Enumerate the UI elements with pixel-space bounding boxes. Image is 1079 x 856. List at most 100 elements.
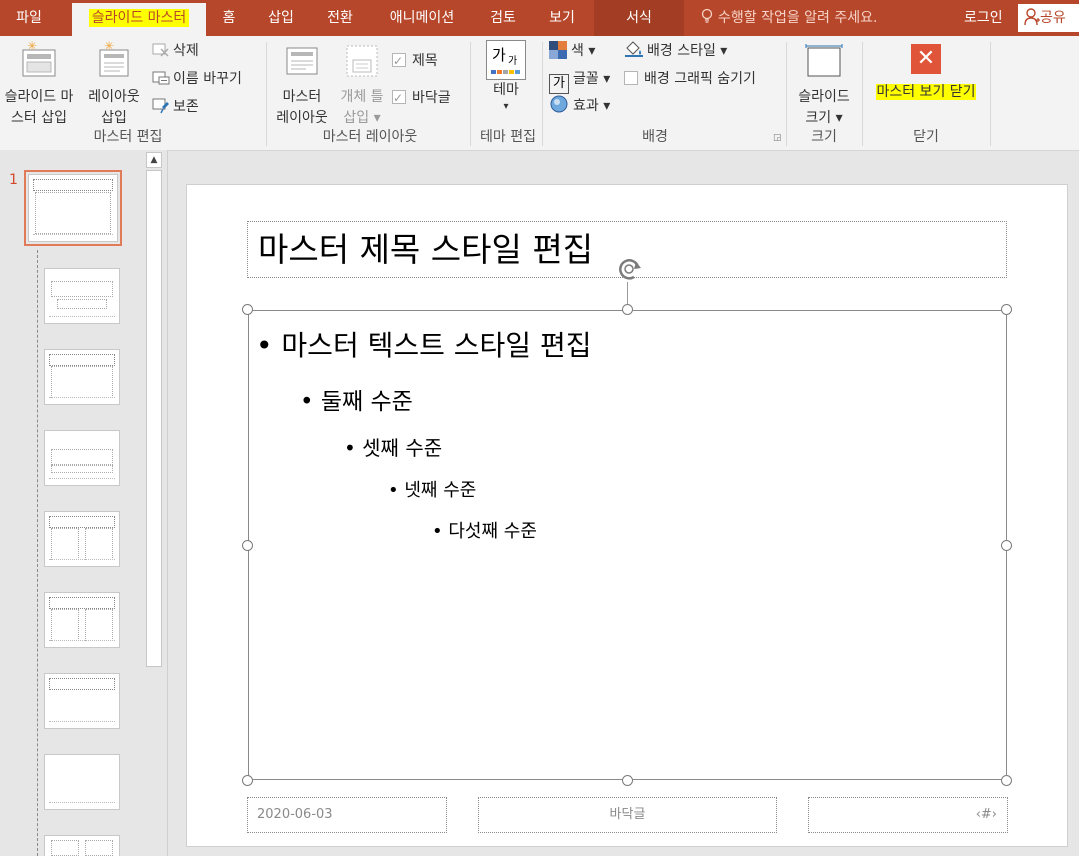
slide-size-label: 크기 ▾	[805, 110, 843, 126]
effects-button[interactable]: 효과 ▾	[549, 94, 610, 116]
rotate-handle-line	[627, 282, 628, 306]
thumbnail-layout-content[interactable]	[44, 349, 120, 405]
thumbnail-pane[interactable]	[0, 150, 168, 856]
ribbon-tab-bar: 파일 슬라이드 마스터 홈 삽입 전환 애니메이션 검토 보기 서식 수행할 작…	[0, 0, 1079, 36]
placeholder-icon	[346, 45, 378, 77]
body-level-1[interactable]: • 마스터 텍스트 스타일 편집	[256, 324, 591, 364]
tell-me-search[interactable]: 수행할 작업을 알려 주세요.	[700, 0, 877, 36]
ribbon-separator	[990, 42, 991, 146]
footer-checkbox[interactable]: 바닥글	[392, 87, 451, 109]
ribbon-separator	[542, 42, 543, 146]
slide-size-icon	[805, 44, 843, 77]
tab-view[interactable]: 보기	[538, 0, 586, 36]
close-master-view-button[interactable]: ✕ 마스터 보기 닫기	[866, 40, 986, 103]
master-layout-button[interactable]: 마스터 레이아웃	[270, 40, 334, 129]
ribbon-separator	[470, 42, 471, 146]
fonts-icon: 가	[549, 74, 569, 94]
tab-format[interactable]: 서식	[594, 0, 684, 36]
delete-button[interactable]: 삭제	[152, 40, 199, 62]
tab-transitions[interactable]: 전환	[316, 0, 364, 36]
hide-background-graphics-checkbox[interactable]: 배경 그래픽 숨기기	[624, 68, 756, 90]
insert-placeholder-label: 삽입 ▾	[343, 110, 381, 126]
tab-slide-master[interactable]: 슬라이드 마스터	[72, 3, 206, 36]
slide-number-placeholder[interactable]: ‹#›	[808, 797, 1008, 833]
resize-handle-top-left[interactable]	[242, 304, 253, 315]
body-level-5[interactable]: • 다섯째 수준	[432, 517, 537, 543]
footer-check-icon	[392, 87, 406, 109]
title-checkbox[interactable]: 제목	[392, 50, 438, 72]
colors-button[interactable]: 색 ▾	[549, 40, 595, 62]
lightbulb-icon	[701, 8, 713, 23]
rename-icon	[152, 71, 170, 85]
resize-handle-bottom[interactable]	[622, 775, 633, 786]
resize-handle-left[interactable]	[242, 540, 253, 551]
title-check-icon	[392, 50, 406, 72]
group-label-master-edit: 마스터 편집	[93, 129, 163, 145]
footer-date-placeholder[interactable]: 2020-06-03	[247, 797, 447, 833]
insert-layout-icon: ✳	[99, 39, 129, 77]
insert-layout-button[interactable]: ✳ 레이아웃 삽입	[80, 39, 148, 129]
insert-master-icon: ✳	[22, 39, 56, 77]
fonts-button[interactable]: 가 글꼴 ▾	[549, 68, 610, 94]
colors-icon	[549, 41, 567, 59]
thumbnail-layout-blank[interactable]	[44, 754, 120, 810]
rename-button[interactable]: 이름 바꾸기	[152, 68, 242, 90]
slide-size-button[interactable]: 슬라이드 크기 ▾	[790, 40, 858, 129]
paint-bucket-icon	[625, 41, 643, 57]
layout-connector-line	[37, 250, 38, 856]
body-placeholder[interactable]	[248, 310, 1007, 780]
resize-handle-right[interactable]	[1001, 540, 1012, 551]
close-icon: ✕	[911, 44, 941, 74]
effects-icon	[550, 95, 568, 113]
ribbon: ✳ 슬라이드 마 스터 삽입 ✳ 레이아웃 삽입 삭제 이름 바꾸기 보존 마스…	[0, 36, 1079, 151]
tab-slide-master-label: 슬라이드 마스터	[88, 9, 190, 27]
master-layout-icon	[286, 47, 318, 75]
thumbnail-layout-comparison[interactable]	[44, 592, 120, 648]
themes-button[interactable]: 가 가 테마 ▾	[478, 40, 534, 113]
ribbon-separator	[786, 42, 787, 146]
selected-thumbnail-frame	[24, 170, 122, 246]
resize-handle-bottom-left[interactable]	[242, 775, 253, 786]
person-icon	[1024, 8, 1040, 26]
hide-bg-check-icon	[624, 71, 638, 85]
tab-animations[interactable]: 애니메이션	[376, 0, 468, 36]
thumbnail-layout-title-only[interactable]	[44, 673, 120, 729]
ribbon-separator	[862, 42, 863, 146]
rotate-handle-icon[interactable]	[614, 255, 648, 285]
group-label-background: 배경	[642, 129, 668, 145]
resize-handle-bottom-right[interactable]	[1001, 775, 1012, 786]
group-label-master-layout: 마스터 레이아웃	[322, 129, 418, 145]
dialog-launcher-icon[interactable]: ◲	[773, 133, 782, 143]
tab-file[interactable]: 파일	[0, 0, 58, 36]
body-level-3[interactable]: • 셋째 수준	[344, 432, 442, 461]
thumbnail-layout-caption[interactable]	[44, 835, 120, 856]
ribbon-separator	[266, 42, 267, 146]
theme-preview-icon: 가 가	[486, 40, 526, 80]
group-label-size: 크기	[811, 129, 837, 145]
share-button[interactable]: 공유	[1018, 4, 1079, 32]
thumbnail-layout-two-content[interactable]	[44, 511, 120, 567]
svg-text:✳: ✳	[27, 40, 37, 53]
scrollbar-thumb[interactable]	[146, 170, 162, 667]
resize-handle-top-right[interactable]	[1001, 304, 1012, 315]
thumbnail-layout-title[interactable]	[44, 268, 120, 324]
scroll-up-arrow-icon[interactable]: ▲	[146, 152, 162, 168]
slide-title[interactable]: 마스터 제목 스타일 편집	[258, 223, 593, 271]
resize-handle-top[interactable]	[622, 304, 633, 315]
login-link[interactable]: 로그인	[964, 0, 1003, 36]
tab-insert[interactable]: 삽입	[258, 0, 304, 36]
thumbnail-layout-section[interactable]	[44, 430, 120, 486]
insert-slide-master-button[interactable]: ✳ 슬라이드 마 스터 삽입	[0, 39, 78, 129]
insert-placeholder-button[interactable]: 개체 틀 삽입 ▾	[336, 40, 388, 129]
group-label-close: 닫기	[913, 129, 939, 145]
tab-home[interactable]: 홈	[212, 0, 246, 36]
preserve-button[interactable]: 보존	[152, 96, 199, 118]
delete-slide-icon	[152, 43, 169, 57]
tab-review[interactable]: 검토	[478, 0, 528, 36]
slide-number: 1	[9, 172, 18, 188]
background-styles-button[interactable]: 배경 스타일 ▾	[624, 40, 727, 62]
svg-text:✳: ✳	[104, 40, 114, 53]
body-level-2[interactable]: • 둘째 수준	[300, 382, 413, 416]
body-level-4[interactable]: • 넷째 수준	[388, 476, 476, 502]
footer-text-placeholder[interactable]: 바닥글	[478, 797, 777, 833]
